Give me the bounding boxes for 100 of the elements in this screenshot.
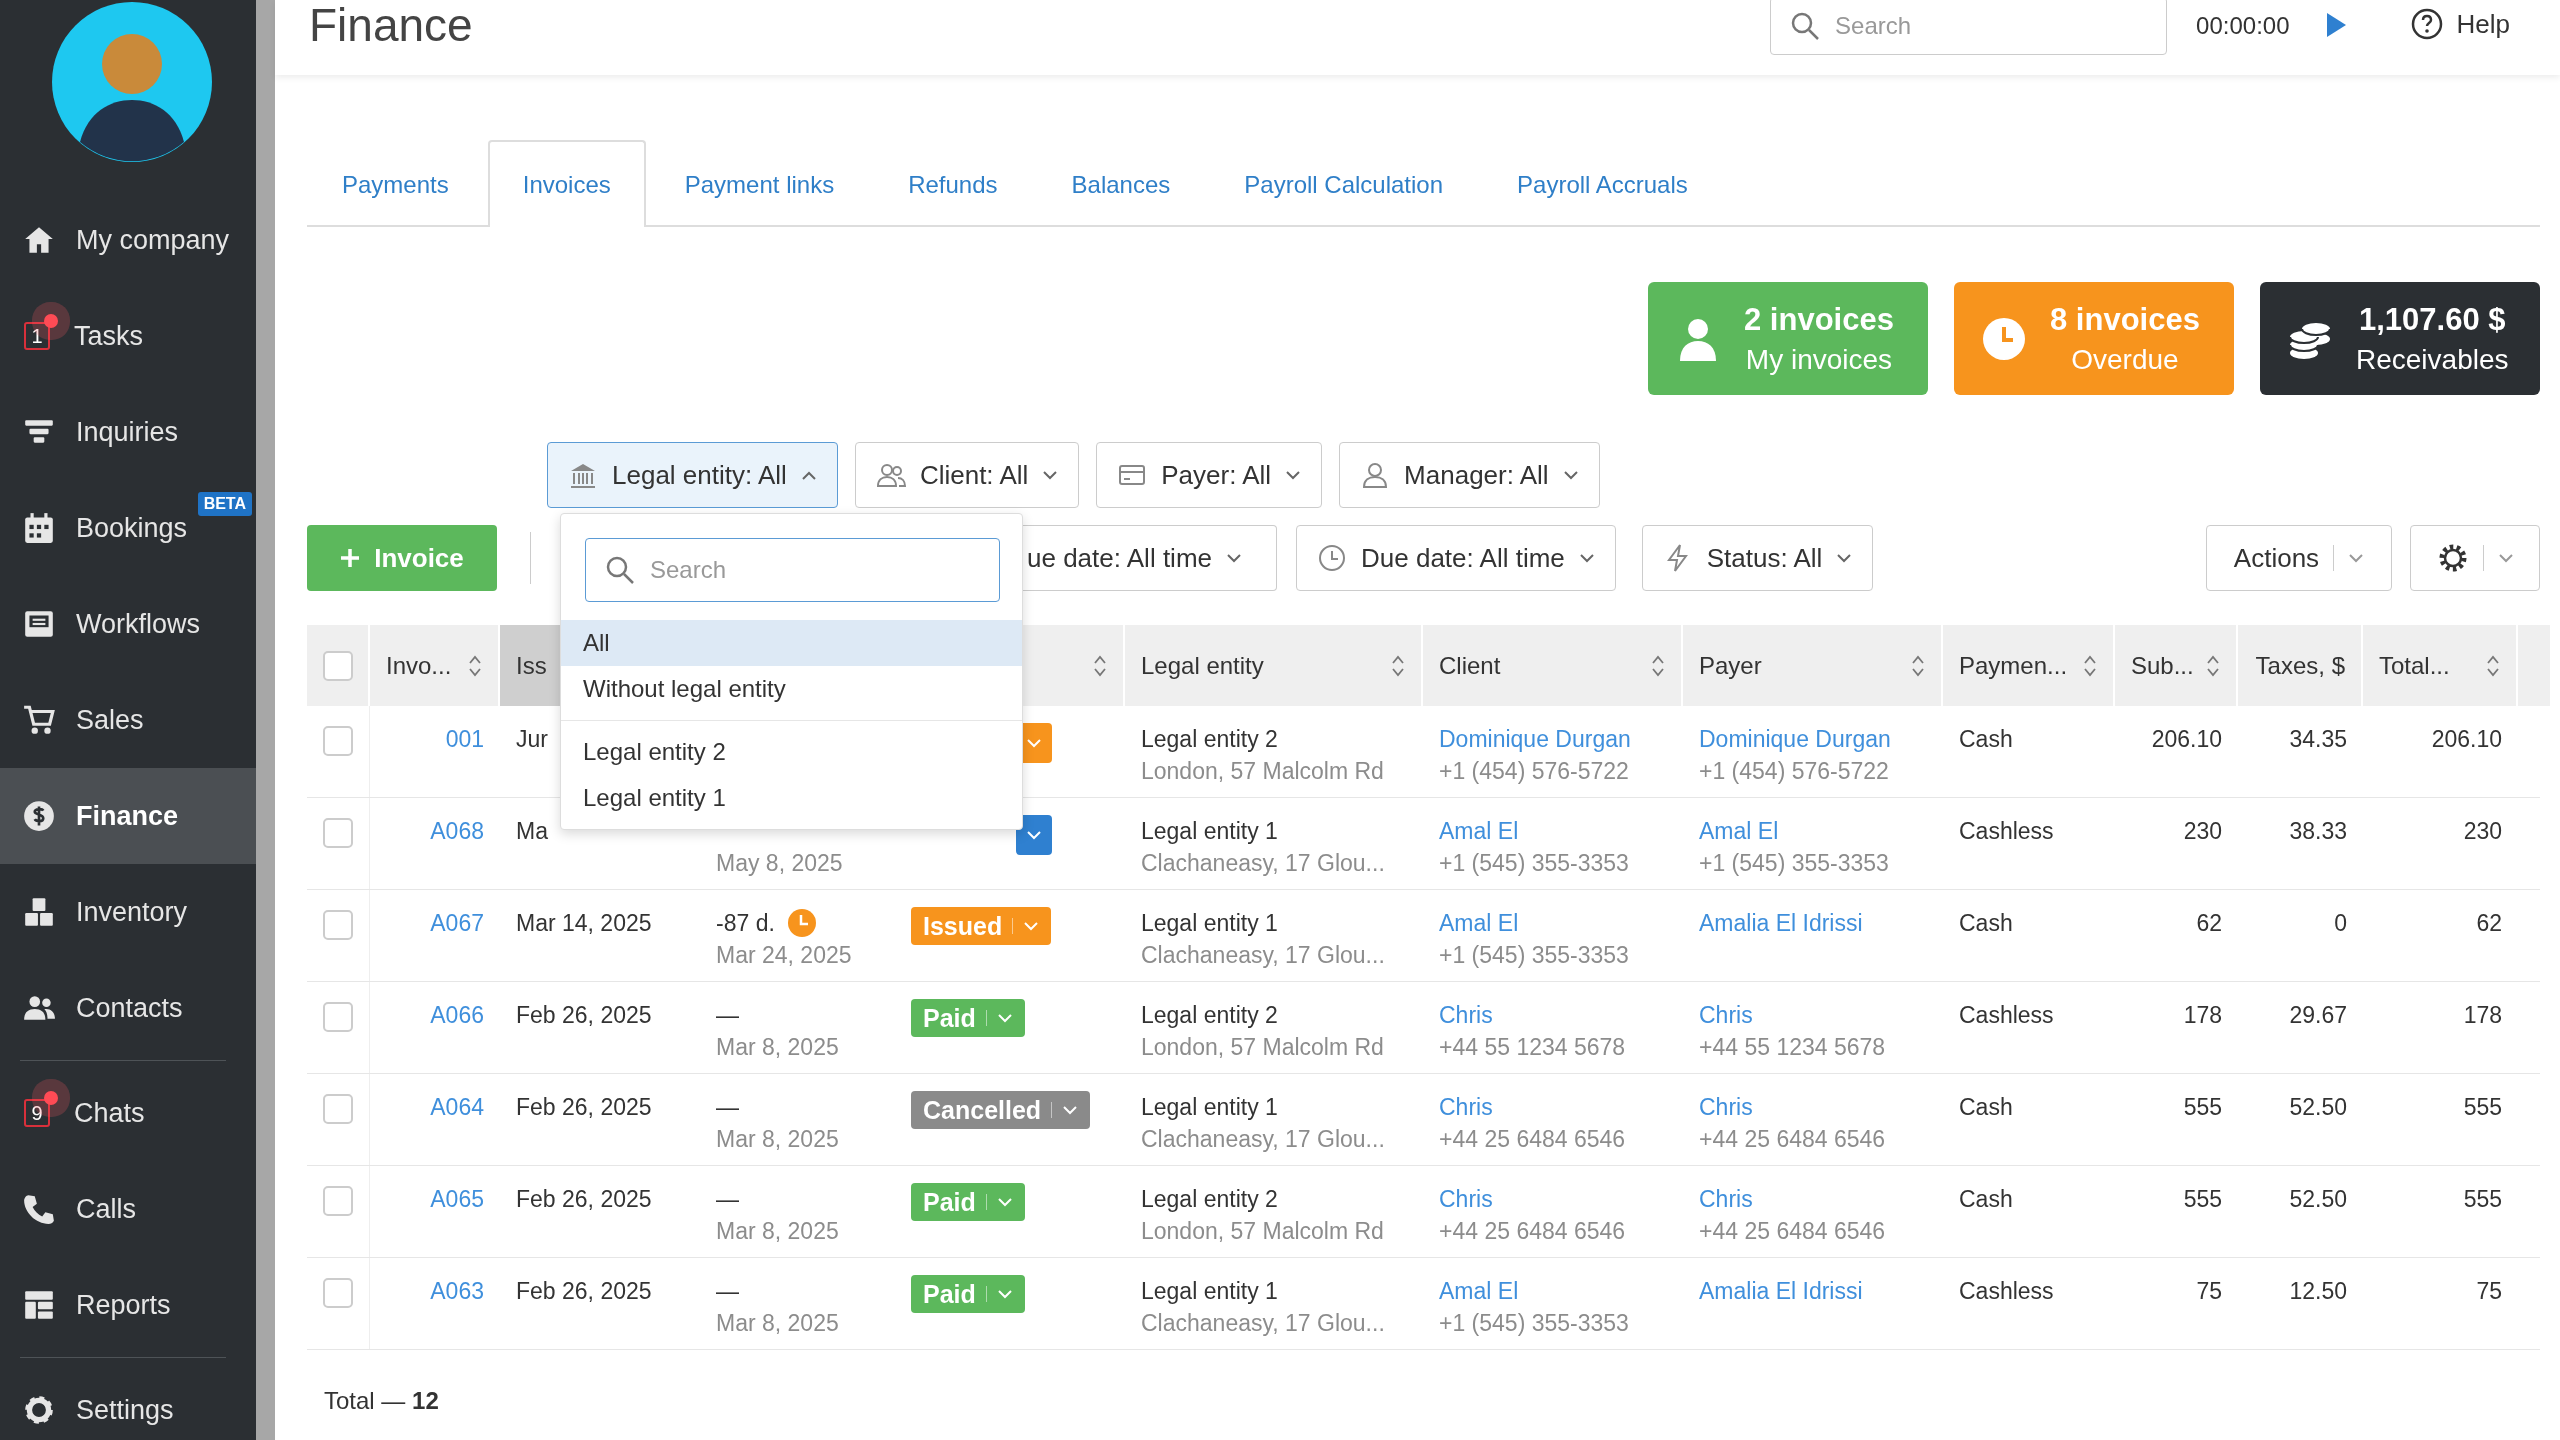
column-header[interactable]: Paymen... — [1943, 625, 2115, 706]
settings-button[interactable] — [2410, 525, 2540, 591]
checkbox[interactable] — [323, 1094, 353, 1124]
scrollbar[interactable] — [256, 0, 275, 1440]
sort-icon[interactable] — [1391, 653, 1405, 678]
column-header[interactable]: Payer — [1683, 625, 1943, 706]
invoice-link[interactable]: A064 — [430, 1091, 484, 1123]
table-cell-text: 52.50 — [2289, 1093, 2347, 1122]
column-header[interactable]: Client — [1423, 625, 1683, 706]
contact-name[interactable]: Amal El — [1439, 1275, 1519, 1307]
contact-name[interactable]: Amalia El Idrissi — [1699, 1275, 1863, 1307]
invoice-link[interactable]: A063 — [430, 1275, 484, 1307]
menu-option[interactable]: Legal entity 2 — [561, 729, 1022, 775]
contact-name[interactable]: Chris — [1699, 999, 1753, 1031]
nav-item[interactable]: Contacts — [0, 960, 256, 1056]
contact-name[interactable]: Amalia El Idrissi — [1699, 907, 1863, 939]
contact-name[interactable]: Dominique Durgan — [1439, 723, 1631, 755]
status-badge[interactable] — [1016, 815, 1052, 855]
contact-name[interactable]: Chris — [1439, 999, 1493, 1031]
nav-item[interactable]: My company — [0, 192, 256, 288]
search-field[interactable]: Search — [585, 538, 1000, 602]
search-field[interactable]: Search — [1770, 0, 2168, 55]
nav-item[interactable]: Workflows — [0, 576, 256, 672]
invoice-link[interactable]: A066 — [430, 999, 484, 1031]
stat-card[interactable]: 2 invoices My invoices — [1648, 282, 1928, 395]
filter-button[interactable]: Due date: All time — [1296, 525, 1616, 591]
tab[interactable]: Payroll Accruals — [1482, 140, 1723, 227]
sort-icon[interactable] — [1911, 653, 1925, 678]
add-invoice-button[interactable]: Invoice — [307, 525, 497, 591]
sort-icon[interactable] — [1651, 653, 1665, 678]
checkbox[interactable] — [323, 726, 353, 756]
nav-item[interactable]: Finance — [0, 768, 256, 864]
contact-name[interactable]: Chris — [1439, 1091, 1493, 1123]
invoice-link[interactable]: A067 — [430, 907, 484, 939]
status-badge[interactable]: Paid — [911, 1183, 1025, 1221]
play-button[interactable] — [2324, 12, 2347, 38]
contact-name[interactable]: Chris — [1699, 1183, 1753, 1215]
stat-card[interactable]: 1,107.60 $ Receivables — [2260, 282, 2540, 395]
menu-option[interactable]: All — [561, 620, 1022, 666]
sort-icon[interactable] — [1093, 653, 1107, 678]
column-header[interactable]: Taxes, $ — [2238, 625, 2363, 706]
checkbox[interactable] — [323, 818, 353, 848]
contact-name[interactable]: Amal El — [1439, 815, 1519, 847]
chevron-icon — [1026, 738, 1042, 748]
tab[interactable]: Refunds — [873, 140, 1033, 227]
menu-option[interactable]: Without legal entity — [561, 666, 1022, 712]
menu-option[interactable]: Legal entity 1 — [561, 775, 1022, 821]
nav-item[interactable]: 1 Tasks — [0, 288, 256, 384]
nav-item[interactable]: 9 Chats — [0, 1065, 256, 1161]
column-header[interactable]: Invo... — [370, 625, 500, 706]
filter-button[interactable]: ue date: All time — [1023, 525, 1277, 591]
help-button[interactable]: Help — [2410, 8, 2510, 40]
checkbox[interactable] — [323, 1186, 353, 1216]
filter-button[interactable]: Legal entity: All — [547, 442, 838, 508]
contact-name[interactable]: Amal El — [1439, 907, 1519, 939]
checkbox[interactable] — [323, 1278, 353, 1308]
tab[interactable]: Payment links — [649, 140, 870, 227]
column-header[interactable]: Legal entity — [1125, 625, 1423, 706]
status-badge[interactable]: Paid — [911, 1275, 1025, 1313]
sort-icon[interactable] — [2486, 653, 2500, 678]
column-header[interactable]: Total... — [2363, 625, 2518, 706]
nav-item[interactable]: Reports — [0, 1257, 256, 1353]
invoice-link[interactable]: 001 — [445, 723, 484, 755]
filter-button[interactable]: Manager: All — [1339, 442, 1600, 508]
tab[interactable]: Invoices — [487, 140, 646, 227]
sort-icon[interactable] — [2083, 653, 2097, 678]
actions-button[interactable]: Actions — [2206, 525, 2392, 591]
nav-item[interactable]: Inquiries — [0, 384, 256, 480]
checkbox[interactable] — [323, 1002, 353, 1032]
stat-card[interactable]: 8 invoices Overdue — [1954, 282, 2234, 395]
invoice-link[interactable]: A065 — [430, 1183, 484, 1215]
tab[interactable]: Payroll Calculation — [1209, 140, 1479, 227]
nav-item[interactable]: Settings — [0, 1362, 256, 1440]
checkbox[interactable] — [322, 650, 353, 681]
checkbox[interactable] — [323, 910, 353, 940]
nav-item[interactable]: Bookings BETA — [0, 480, 256, 576]
timer-text: 00:00:00 — [2196, 12, 2290, 40]
nav-item[interactable]: Calls — [0, 1161, 256, 1257]
status-badge[interactable]: Paid — [911, 999, 1025, 1037]
status-badge[interactable]: Cancelled — [911, 1091, 1091, 1129]
contact-name[interactable]: Chris — [1439, 1183, 1493, 1215]
avatar[interactable] — [52, 2, 212, 162]
stat-label: My invoices — [1745, 343, 1893, 376]
filter-button[interactable]: Status: All — [1641, 525, 1874, 591]
sort-icon[interactable] — [468, 653, 482, 678]
sort-icon[interactable] — [2206, 653, 2220, 678]
status-badge[interactable]: Issued — [911, 907, 1052, 945]
table-cell-text: Cash — [1959, 1185, 2013, 1214]
contact-name[interactable]: Amal El — [1699, 815, 1779, 847]
filter-button[interactable]: Client: All — [854, 442, 1080, 508]
invoice-link[interactable]: A068 — [430, 815, 484, 847]
tab[interactable]: Balances — [1036, 140, 1206, 227]
contact-name[interactable]: Chris — [1699, 1091, 1753, 1123]
contact-name[interactable]: Dominique Durgan — [1699, 723, 1891, 755]
column-header[interactable]: Sub... — [2115, 625, 2238, 706]
tab[interactable]: Payments — [307, 140, 484, 227]
nav-item[interactable]: Sales — [0, 672, 256, 768]
nav-item[interactable]: Inventory — [0, 864, 256, 960]
filter-button[interactable]: Payer: All — [1096, 442, 1323, 508]
table-cell-text: Feb 26, 2025 — [516, 1093, 652, 1122]
